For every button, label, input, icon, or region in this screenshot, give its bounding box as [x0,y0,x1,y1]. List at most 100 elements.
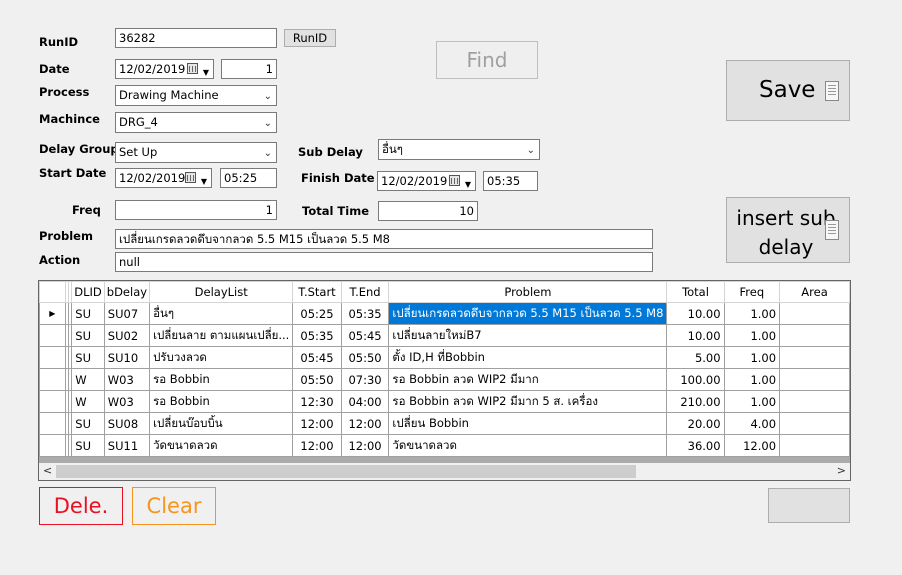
cell-freq[interactable]: 1.00 [723,324,781,347]
cell-delaylist[interactable]: วัดขนาดลวด [149,434,294,457]
cell-tstart[interactable]: 12:30 [292,390,342,413]
cell-tend[interactable]: 05:45 [340,324,390,347]
table-row[interactable]: SU SU11 วัดขนาดลวด 12:00 12:00 วัดขนาดลวด 36.0… [39,434,850,457]
cell-bdelay[interactable]: W03 [103,368,151,391]
cell-tend[interactable]: 04:00 [340,390,390,413]
cell-dlid[interactable]: SU [71,434,105,457]
cell-delaylist[interactable]: เปลี่ยนลาย ตามแผนเปลี่ย... [149,324,294,347]
insert-sub-delay-button[interactable]: insert sub delay [726,197,850,263]
cell-total[interactable]: 10.00 [666,324,725,347]
row-header[interactable] [39,412,66,435]
cell-freq[interactable]: 1.00 [723,346,781,369]
scroll-left-icon[interactable]: < [43,464,52,477]
row-header[interactable] [39,434,66,457]
cell-bdelay[interactable]: W03 [103,390,151,413]
cell-freq[interactable]: 1.00 [723,368,781,391]
cell-freq[interactable]: 4.00 [723,412,781,435]
delay-group-select[interactable]: Set Up ⌄ [115,142,277,163]
cell-delaylist[interactable]: รอ Bobbin [149,368,294,391]
blank-button[interactable] [768,488,850,523]
cell-problem[interactable]: เปลี่ยนเกรดลวดดึบจากลวด 5.5 M15 เป็นลวด … [388,302,668,325]
table-row[interactable]: SU SU02 เปลี่ยนลาย ตามแผนเปลี่ย... 05:35 05:… [39,324,850,347]
clear-button[interactable]: Clear [132,487,216,525]
cell-problem[interactable]: ตั้ง ID,H ที่Bobbin [388,346,668,369]
cell-dlid[interactable]: SU [71,346,105,369]
cell-problem[interactable]: วัดขนาดลวด [388,434,668,457]
start-time-input[interactable]: 05:25 [220,168,277,188]
find-button[interactable]: Find [436,41,538,79]
cell-tstart[interactable]: 12:00 [292,434,342,457]
finish-time-input[interactable]: 05:35 [483,171,538,191]
column-header-tstart[interactable]: T.Start [292,281,342,303]
machine-select[interactable]: DRG_4 ⌄ [115,112,277,133]
process-select[interactable]: Drawing Machine ⌄ [115,85,277,106]
total-time-input[interactable]: 10 [378,201,478,221]
date-picker[interactable]: 12/02/2019 ▼ [115,59,214,79]
cell-total[interactable]: 36.00 [666,434,725,457]
cell-bdelay[interactable]: SU07 [103,302,151,325]
cell-area[interactable] [779,434,850,457]
cell-problem[interactable]: รอ Bobbin ลวด WIP2 มีมาก [388,368,668,391]
cell-bdelay[interactable]: SU11 [103,434,151,457]
cell-tend[interactable]: 05:50 [340,346,390,369]
row-header[interactable] [39,346,66,369]
cell-total[interactable]: 5.00 [666,346,725,369]
cell-tend[interactable]: 05:35 [340,302,390,325]
cell-tend[interactable]: 07:30 [340,368,390,391]
cell-bdelay[interactable]: SU10 [103,346,151,369]
cell-area[interactable] [779,390,850,413]
column-header-dlid[interactable]: DLID [71,281,105,303]
finish-date-picker[interactable]: 12/02/2019 ▼ [377,171,476,191]
row-header[interactable] [39,390,66,413]
problem-input[interactable]: เปลี่ยนเกรดลวดดึบจากลวด 5.5 M15 เป็นลวด … [115,229,653,249]
row-header[interactable]: ▶ [39,302,66,325]
save-button[interactable]: Save [726,60,850,121]
cell-dlid[interactable]: SU [71,324,105,347]
cell-freq[interactable]: 1.00 [723,390,781,413]
column-header-delaylist[interactable]: DelayList [149,281,294,303]
column-header-bdelay[interactable]: bDelay [103,281,151,303]
cell-dlid[interactable]: W [71,368,105,391]
cell-total[interactable]: 100.00 [666,368,725,391]
cell-total[interactable]: 20.00 [666,412,725,435]
runid-input[interactable]: 36282 [115,28,277,48]
cell-tstart[interactable]: 05:50 [292,368,342,391]
table-row[interactable]: W W03 รอ Bobbin 05:50 07:30 รอ Bobbin ลวด WIP… [39,368,850,391]
cell-area[interactable] [779,368,850,391]
cell-tend[interactable]: 12:00 [340,434,390,457]
cell-total[interactable]: 10.00 [666,302,725,325]
delay-data-grid[interactable]: DLID bDelay DelayList T.Start T.End Prob… [38,280,851,481]
cell-problem[interactable]: เปลี่ยนลายใหม่B7 [388,324,668,347]
cell-area[interactable] [779,302,850,325]
cell-delaylist[interactable]: ปรับวงลวด [149,346,294,369]
cell-freq[interactable]: 1.00 [723,302,781,325]
cell-area[interactable] [779,412,850,435]
cell-bdelay[interactable]: SU08 [103,412,151,435]
cell-dlid[interactable]: SU [71,412,105,435]
column-header-freq[interactable]: Freq [723,281,781,303]
column-header-area[interactable]: Area [779,281,850,303]
cell-tstart[interactable]: 05:25 [292,302,342,325]
cell-tstart[interactable]: 05:45 [292,346,342,369]
cell-dlid[interactable]: W [71,390,105,413]
cell-bdelay[interactable]: SU02 [103,324,151,347]
cell-problem[interactable]: รอ Bobbin ลวด WIP2 มีมาก 5 ส. เครื่อง [388,390,668,413]
cell-problem[interactable]: เปลี่ยน Bobbin [388,412,668,435]
cell-delaylist[interactable]: อื่นๆ [149,302,294,325]
cell-area[interactable] [779,324,850,347]
scrollbar-thumb[interactable] [56,465,636,478]
action-input[interactable]: null [115,252,653,272]
table-row[interactable]: W W03 รอ Bobbin 12:30 04:00 รอ Bobbin ลวด WIP… [39,390,850,413]
cell-tend[interactable]: 12:00 [340,412,390,435]
horizontal-scrollbar[interactable]: < > [39,463,850,480]
column-header-total[interactable]: Total [666,281,725,303]
table-row[interactable]: SU SU08 เปลี่ยนบ๊อบบิ้น 12:00 12:00 เปลี่ยน B… [39,412,850,435]
table-row[interactable]: SU SU10 ปรับวงลวด 05:45 05:50 ตั้ง ID,H ที่Bo… [39,346,850,369]
freq-input[interactable]: 1 [115,200,277,220]
shift-input[interactable]: 1 [221,59,277,79]
scroll-right-icon[interactable]: > [837,464,846,477]
table-row[interactable]: ▶ SU SU07 อื่นๆ 05:25 05:35 เปลี่ยนเกรดลวดดึบจ… [39,302,850,325]
runid-button[interactable]: RunID [284,29,336,47]
column-header-tend[interactable]: T.End [340,281,390,303]
cell-tstart[interactable]: 12:00 [292,412,342,435]
